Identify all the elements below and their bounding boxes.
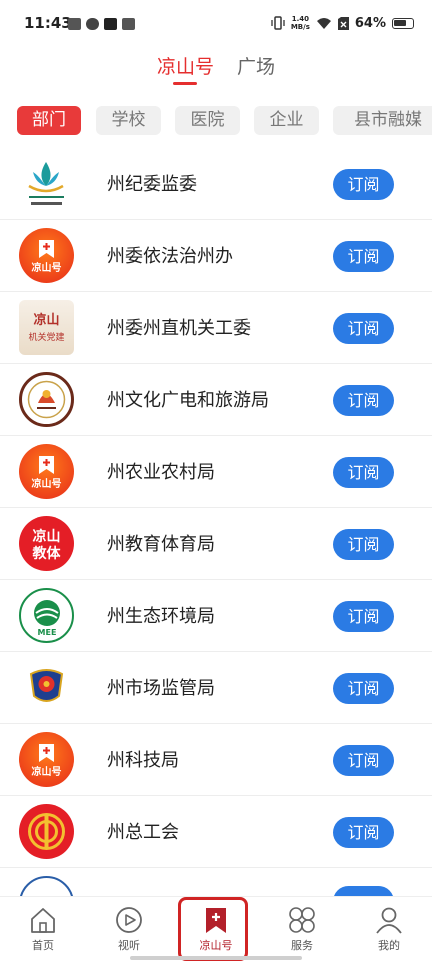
svg-text:凉山: 凉山 xyxy=(33,528,61,545)
subscribe-button[interactable]: 订阅 xyxy=(333,313,394,344)
clean-liangshan-logo xyxy=(19,156,74,211)
chip-hospital[interactable]: 医院 xyxy=(175,106,240,135)
chip-department[interactable]: 部门 xyxy=(17,106,81,135)
list-item[interactable]: 凉山 机关党建 州委州直机关工委 订阅 xyxy=(0,292,432,364)
no-sim-icon xyxy=(337,16,349,30)
list-item[interactable]: MEE 州生态环境局 订阅 xyxy=(0,580,432,652)
wifi-icon xyxy=(316,17,331,29)
subscribe-button[interactable]: 订阅 xyxy=(333,241,394,272)
svg-text:机关党建: 机关党建 xyxy=(28,331,64,343)
list-item-partial[interactable] xyxy=(0,868,432,896)
highlight-box xyxy=(178,897,248,961)
svg-text:凉山号: 凉山号 xyxy=(32,477,62,490)
list-item[interactable]: 凉山号 州农业农村局 订阅 xyxy=(0,436,432,508)
partial-logo xyxy=(19,876,74,896)
svg-text:教体: 教体 xyxy=(33,545,62,562)
account-name: 州生态环境局 xyxy=(107,606,215,627)
nav-label: 服务 xyxy=(291,939,313,952)
user-icon xyxy=(376,907,402,934)
wechat-icon xyxy=(86,18,99,30)
nav-label: 首页 xyxy=(32,939,54,952)
list-item[interactable]: 凉山 教体 州教育体育局 订阅 xyxy=(0,508,432,580)
nav-label: 我的 xyxy=(378,939,400,952)
account-name: 州教育体育局 xyxy=(107,534,215,555)
tab-liangshanhao[interactable]: 凉山号 xyxy=(157,52,214,79)
category-chips: 部门 学校 医院 企业 县市融媒 xyxy=(0,106,432,138)
subscribe-button[interactable]: 订阅 xyxy=(333,601,394,632)
list-item[interactable]: 凉山号 州科技局 订阅 xyxy=(0,724,432,796)
svg-text:凉山号: 凉山号 xyxy=(32,765,62,778)
net-speed-unit: MB/s xyxy=(290,23,310,31)
account-name: 州农业农村局 xyxy=(107,462,215,483)
tiktok-icon xyxy=(104,18,117,30)
nav-video[interactable]: 视听 xyxy=(99,905,159,953)
list-item[interactable]: 州纪委监委 订阅 xyxy=(0,148,432,220)
account-name: 州总工会 xyxy=(107,822,179,843)
mee-logo: MEE xyxy=(19,588,74,643)
liangshanhao-default-logo: 凉山号 xyxy=(19,732,74,787)
subscribe-button[interactable]: 订阅 xyxy=(333,529,394,560)
list-item[interactable]: 州市场监管局 订阅 xyxy=(0,652,432,724)
account-name: 州委依法治州办 xyxy=(107,246,233,267)
svg-text:MEE: MEE xyxy=(37,628,56,637)
chip-school[interactable]: 学校 xyxy=(96,106,161,135)
subscribe-button[interactable] xyxy=(333,886,394,896)
nav-mine[interactable]: 我的 xyxy=(359,905,419,953)
trade-union-logo xyxy=(19,804,74,859)
tab-square[interactable]: 广场 xyxy=(237,52,275,79)
battery-percent: 64% xyxy=(354,15,386,31)
liangshanhao-default-logo: 凉山号 xyxy=(19,444,74,499)
net-speed: 1.40 MB/s xyxy=(291,15,310,31)
app-notification-icon xyxy=(68,18,81,30)
account-name: 州文化广电和旅游局 xyxy=(107,390,269,411)
subscribe-button[interactable]: 订阅 xyxy=(333,169,394,200)
status-time: 11:43 xyxy=(24,14,72,32)
notification-icons xyxy=(68,18,135,30)
party-building-logo: 凉山 机关党建 xyxy=(19,300,74,355)
subscribe-button[interactable]: 订阅 xyxy=(333,673,394,704)
account-name: 州委州直机关工委 xyxy=(107,318,251,339)
subscribe-button[interactable]: 订阅 xyxy=(333,817,394,848)
nav-label: 视听 xyxy=(118,939,140,952)
chip-enterprise[interactable]: 企业 xyxy=(254,106,319,135)
education-sports-logo: 凉山 教体 xyxy=(19,516,74,571)
liangshanhao-default-logo: 凉山号 xyxy=(19,228,74,283)
home-icon xyxy=(31,908,55,933)
logo-text: 凉山号 xyxy=(32,261,62,274)
vibrate-icon xyxy=(271,16,285,30)
battery-icon xyxy=(392,17,414,29)
services-grid-icon xyxy=(289,907,315,933)
market-regulation-emblem xyxy=(19,660,74,715)
nav-home[interactable]: 首页 xyxy=(13,905,73,953)
account-list: 州纪委监委 订阅 凉山号 州委依法治州办 订阅 凉山 机关党建 州委州直机关工委… xyxy=(0,148,432,896)
culture-tourism-logo xyxy=(19,372,74,427)
account-name: 州市场监管局 xyxy=(107,678,215,699)
svg-text:凉山: 凉山 xyxy=(33,312,59,328)
square-notification-icon xyxy=(122,18,135,30)
play-icon xyxy=(116,907,142,933)
tab-underline xyxy=(173,82,197,85)
subscribe-button[interactable]: 订阅 xyxy=(333,457,394,488)
status-right: 1.40 MB/s 64% xyxy=(271,15,414,31)
chip-county-media[interactable]: 县市融媒 xyxy=(333,106,432,135)
net-speed-value: 1.40 xyxy=(291,15,309,23)
top-tabs: 凉山号 广场 xyxy=(0,48,432,94)
status-bar: 11:43 1.40 MB/s 64% xyxy=(0,0,432,52)
list-item[interactable]: 凉山号 州委依法治州办 订阅 xyxy=(0,220,432,292)
account-name: 州科技局 xyxy=(107,750,179,771)
subscribe-button[interactable]: 订阅 xyxy=(333,745,394,776)
account-name: 州纪委监委 xyxy=(107,174,197,195)
gesture-bar[interactable] xyxy=(130,956,302,960)
nav-services[interactable]: 服务 xyxy=(272,905,332,953)
subscribe-button[interactable]: 订阅 xyxy=(333,385,394,416)
list-item[interactable]: 州总工会 订阅 xyxy=(0,796,432,868)
list-item[interactable]: 州文化广电和旅游局 订阅 xyxy=(0,364,432,436)
